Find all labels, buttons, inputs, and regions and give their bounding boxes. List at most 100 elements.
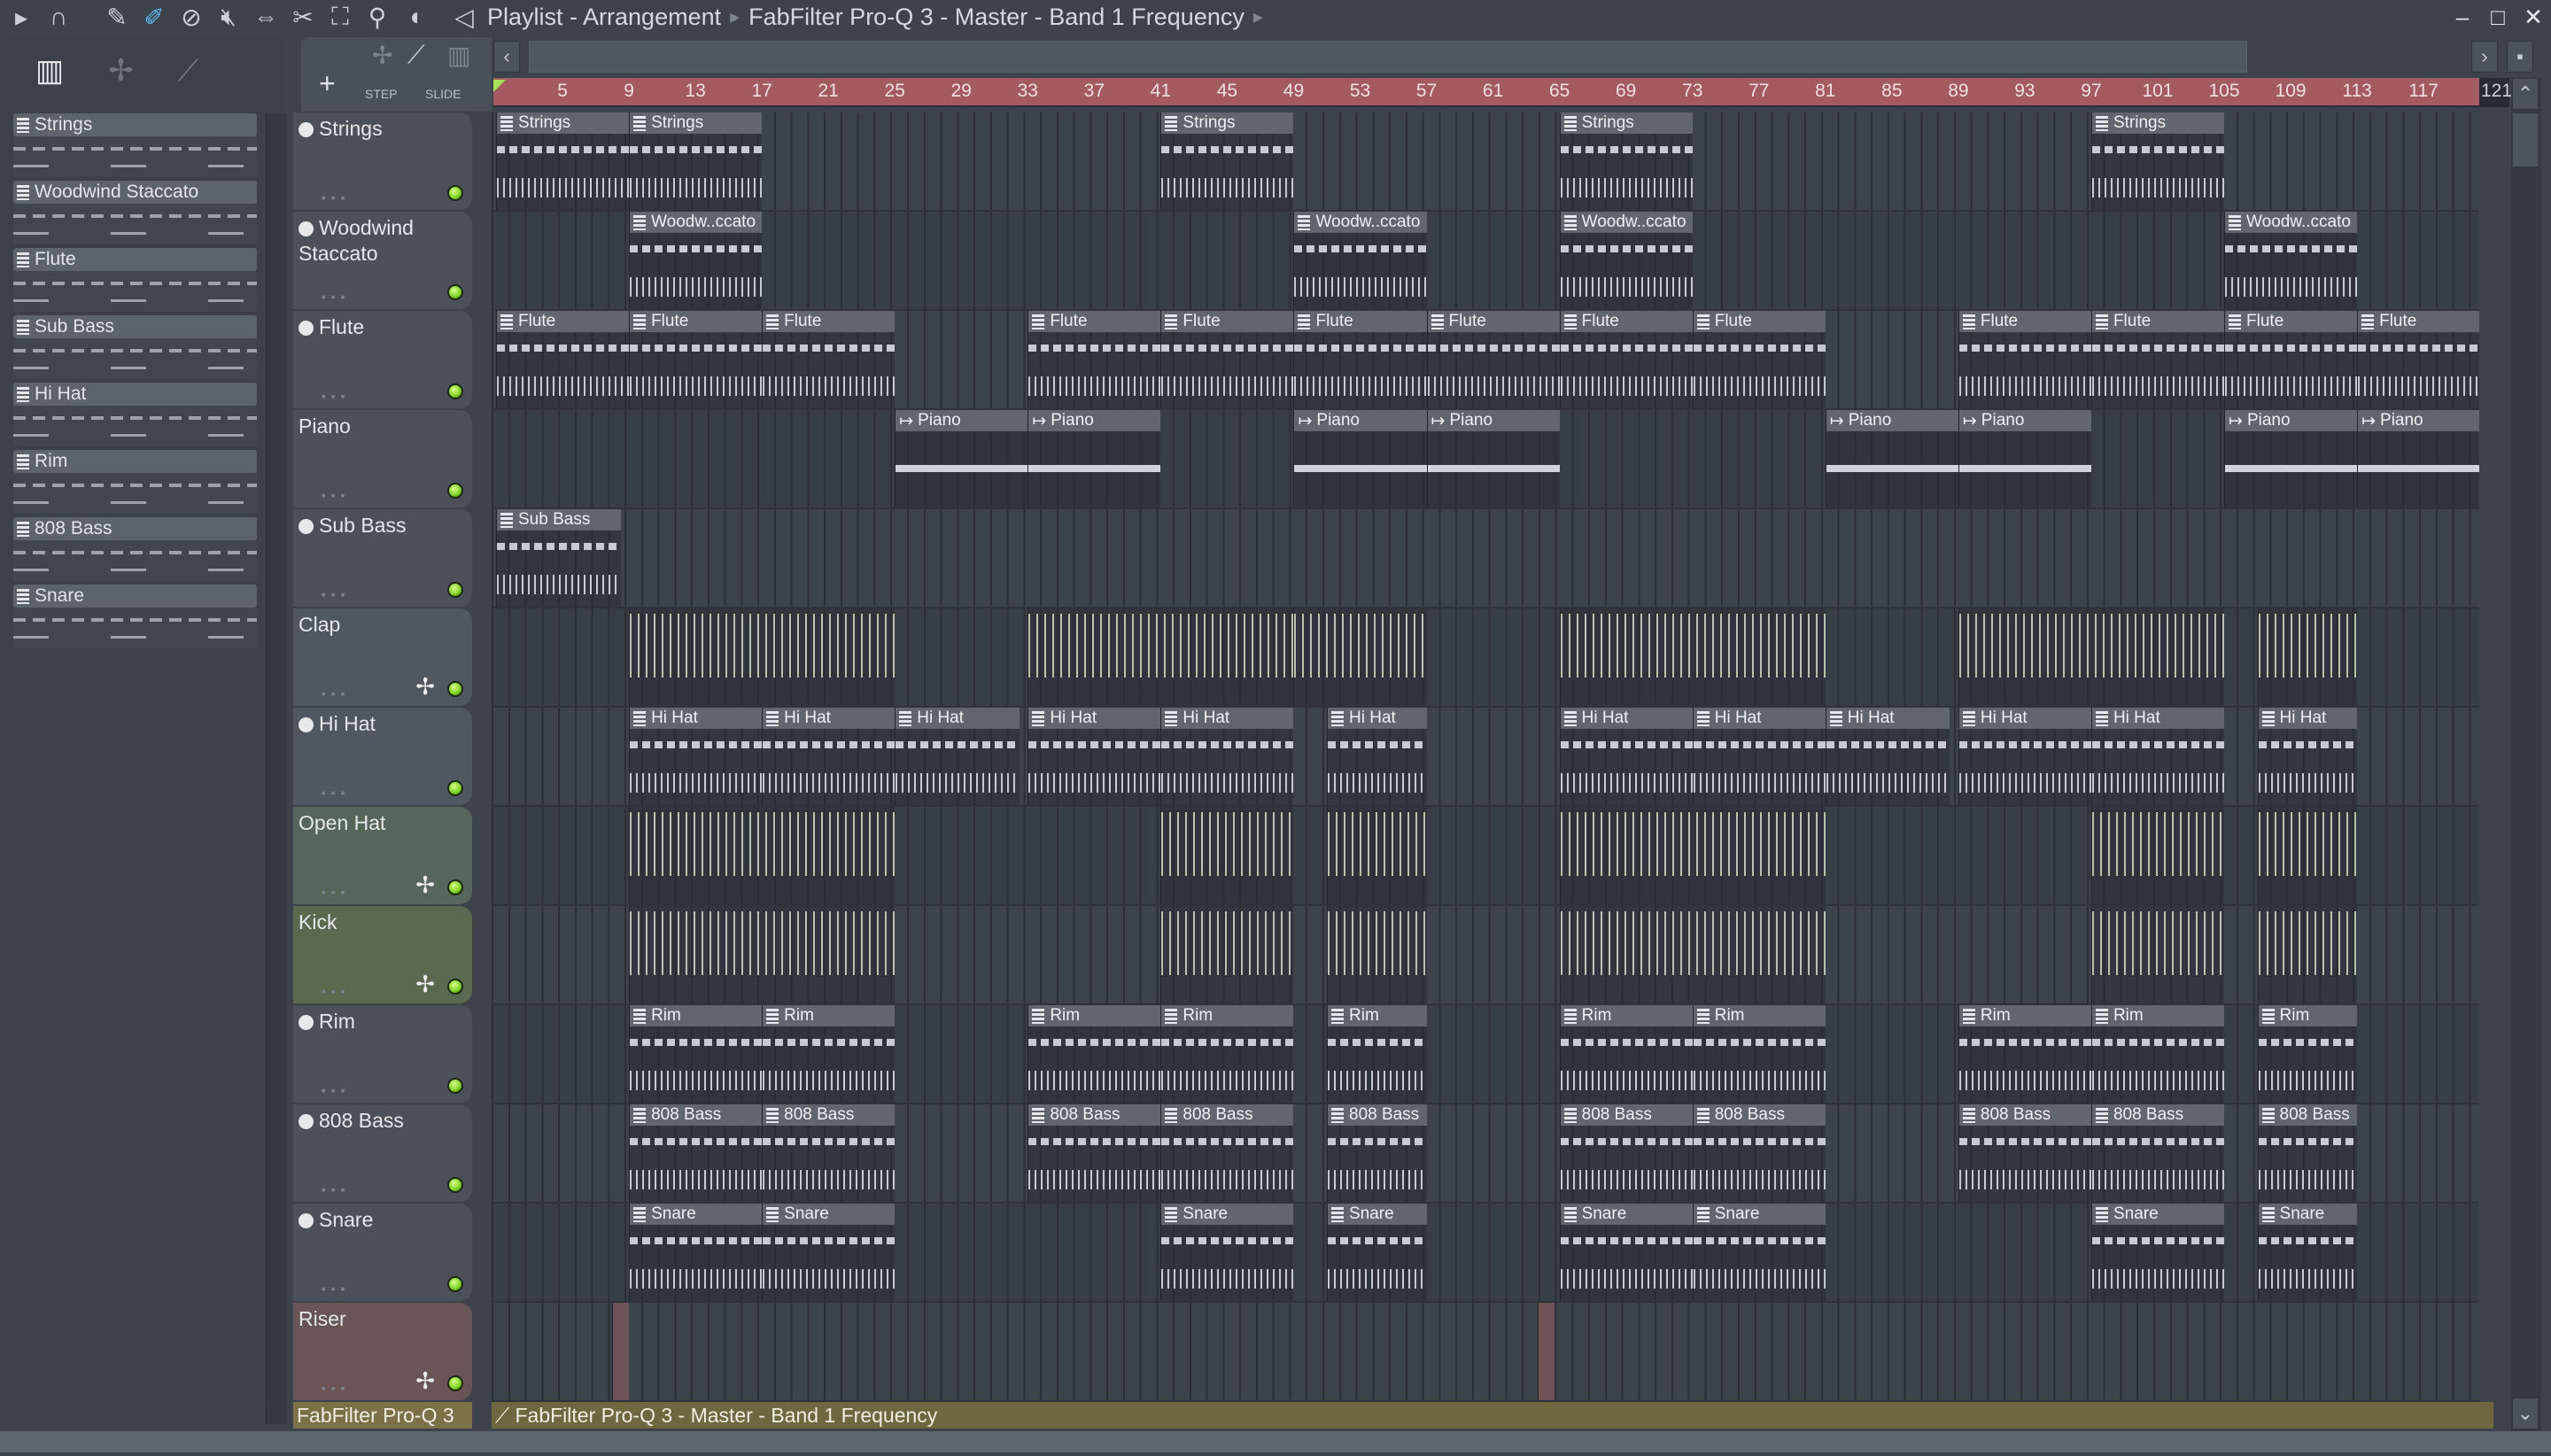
clip-header[interactable]: Hi Hat bbox=[2091, 708, 2225, 729]
track-lane[interactable] bbox=[492, 1303, 2479, 1402]
clip-header[interactable]: Hi Hat bbox=[630, 708, 763, 729]
clip[interactable]: 808 Bass bbox=[762, 1104, 896, 1202]
clip-header[interactable]: Flute bbox=[1958, 311, 2091, 332]
track-lane[interactable]: ↦ Piano ↦ Piano ↦ Piano ↦ Piano ↦ Piano ↦ Piano ↦ Pia… bbox=[492, 410, 2479, 509]
maximize-button[interactable]: □ bbox=[2480, 1, 2516, 33]
clip[interactable]: ↦ Piano bbox=[1958, 410, 2091, 507]
clip[interactable] bbox=[1327, 807, 1427, 904]
track-lane[interactable] bbox=[492, 906, 2479, 1005]
clip[interactable] bbox=[629, 608, 896, 706]
piano-roll-icon[interactable]: ▥ bbox=[35, 53, 64, 89]
clip-header[interactable]: ↦ Piano bbox=[896, 410, 1028, 431]
mute-tool-icon[interactable]: 🔇︎ bbox=[213, 1, 244, 33]
clip[interactable]: Snare bbox=[1559, 1204, 1693, 1301]
track-lane[interactable]: Strings Strings Strings Strings Strings bbox=[492, 112, 2479, 212]
clip-header[interactable]: Rim bbox=[763, 1005, 896, 1026]
clip-header[interactable]: 808 Bass bbox=[1161, 1104, 1294, 1126]
mute-indicator-icon[interactable] bbox=[299, 1213, 314, 1228]
clip-header[interactable]: Hi Hat bbox=[763, 708, 896, 729]
clip[interactable]: Hi Hat bbox=[2257, 708, 2358, 805]
clip-header[interactable]: 808 Bass bbox=[630, 1104, 763, 1126]
audio-clip-icon[interactable]: ✢ bbox=[108, 53, 134, 89]
track-lane[interactable]: Snare Snare Snare Snare Snare Snare Snare Snare bbox=[492, 1204, 2479, 1303]
pattern-header[interactable]: Rim bbox=[13, 450, 257, 473]
clip[interactable]: Snare bbox=[762, 1204, 896, 1301]
clip[interactable]: Hi Hat bbox=[1027, 708, 1161, 805]
scrollbar-thumb[interactable] bbox=[2513, 113, 2538, 167]
clip[interactable]: Flute bbox=[2357, 311, 2479, 408]
track-menu-icon[interactable]: • • • bbox=[322, 1282, 345, 1296]
clip[interactable]: Snare bbox=[629, 1204, 763, 1301]
clip-header[interactable]: 808 Bass bbox=[1693, 1104, 1826, 1126]
clip[interactable]: Flute bbox=[496, 311, 630, 408]
track-header[interactable]: Snare • • • bbox=[293, 1204, 472, 1301]
clip[interactable]: Flute bbox=[1692, 311, 1826, 408]
clip[interactable]: Hi Hat bbox=[895, 708, 1020, 805]
playlist-overview-scrollbar[interactable] bbox=[529, 41, 2247, 73]
clip-header[interactable]: Hi Hat bbox=[1958, 708, 2091, 729]
clip-header[interactable]: Snare bbox=[1693, 1204, 1826, 1225]
mute-indicator-icon[interactable] bbox=[299, 1114, 314, 1129]
clip-header[interactable]: Woodw..ccato bbox=[630, 212, 763, 233]
clip-header[interactable]: Snare bbox=[1560, 1204, 1693, 1225]
track-menu-icon[interactable]: • • • bbox=[322, 1381, 345, 1395]
clip-header[interactable]: Rim bbox=[2091, 1005, 2225, 1026]
clip[interactable]: ↦ Piano bbox=[2224, 410, 2358, 507]
clip[interactable]: Woodw..ccato bbox=[629, 212, 763, 309]
clip[interactable] bbox=[629, 807, 896, 904]
track-enable-led[interactable] bbox=[447, 879, 463, 895]
clip-header[interactable]: ↦ Piano bbox=[1427, 410, 1560, 431]
clip[interactable]: Hi Hat bbox=[762, 708, 896, 805]
clip-header[interactable]: Flute bbox=[1028, 311, 1161, 332]
track-enable-led[interactable] bbox=[447, 483, 463, 499]
clip-header[interactable]: Flute bbox=[1560, 311, 1693, 332]
overview-menu-button[interactable]: ▪ bbox=[2507, 41, 2533, 73]
clip[interactable]: Strings bbox=[2090, 112, 2225, 210]
clip-header[interactable]: ↦ Piano bbox=[2358, 410, 2479, 431]
scroll-up-button[interactable]: ⌃ bbox=[2512, 78, 2539, 110]
clip[interactable]: Sub Bass bbox=[496, 509, 621, 607]
clip[interactable]: Rim bbox=[1559, 1005, 1693, 1103]
track-header[interactable]: Rim • • • bbox=[293, 1005, 472, 1103]
clip-header[interactable]: Hi Hat bbox=[1560, 708, 1693, 729]
clip[interactable]: 808 Bass bbox=[1559, 1104, 1693, 1202]
clip[interactable]: Snare bbox=[1692, 1204, 1826, 1301]
clip[interactable]: Rim bbox=[1327, 1005, 1427, 1103]
clip-header[interactable]: Flute bbox=[2225, 311, 2358, 332]
track-menu-icon[interactable]: • • • bbox=[322, 984, 345, 998]
clip-header[interactable]: Flute bbox=[2091, 311, 2225, 332]
track-enable-led[interactable] bbox=[447, 1177, 463, 1193]
clip-header[interactable]: Rim bbox=[630, 1005, 763, 1026]
clip-header[interactable]: Flute bbox=[2358, 311, 2479, 332]
clip[interactable]: Rim bbox=[1958, 1005, 2091, 1103]
pattern-item[interactable]: Woodwind Staccato bbox=[13, 181, 257, 244]
track-enable-led[interactable] bbox=[447, 1078, 463, 1094]
clip[interactable]: Hi Hat bbox=[1327, 708, 1427, 805]
clip[interactable]: Flute bbox=[2224, 311, 2358, 408]
clip-header[interactable]: Woodw..ccato bbox=[1294, 212, 1427, 233]
pattern-header[interactable]: Woodwind Staccato bbox=[13, 181, 257, 204]
mute-indicator-icon[interactable] bbox=[299, 321, 314, 336]
clip[interactable]: Woodw..ccato bbox=[1293, 212, 1427, 309]
track-menu-icon[interactable]: • • • bbox=[322, 686, 345, 701]
pattern-header[interactable]: 808 Bass bbox=[13, 517, 257, 540]
track-menu-icon[interactable]: • • • bbox=[322, 587, 345, 601]
vertical-scrollbar[interactable]: ⌃ ⌄ bbox=[2511, 78, 2541, 1433]
clip-header[interactable]: Flute bbox=[1427, 311, 1560, 332]
track-menu-icon[interactable]: • • • bbox=[322, 389, 345, 403]
pattern-item[interactable]: Rim bbox=[13, 450, 257, 514]
automation-clip[interactable]: ⟋ FabFilter Pro-Q 3 - Master - Band 1 Fr… bbox=[492, 1402, 2493, 1429]
clip-header[interactable]: Woodw..ccato bbox=[1560, 212, 1693, 233]
clip-header[interactable]: Flute bbox=[1294, 311, 1427, 332]
track-enable-led[interactable] bbox=[447, 185, 463, 201]
track-menu-icon[interactable]: • • • bbox=[322, 290, 345, 304]
clip[interactable]: Woodw..ccato bbox=[2224, 212, 2358, 309]
track-lane[interactable]: 808 Bass 808 Bass 808 Bass 808 Bass 808 Bass… bbox=[492, 1104, 2479, 1204]
pattern-header[interactable]: Hi Hat bbox=[13, 383, 257, 406]
clip[interactable] bbox=[2090, 906, 2225, 1003]
clip[interactable]: Rim bbox=[629, 1005, 763, 1103]
timeline-ruler[interactable]: 1591317212529333741454953576165697377818… bbox=[493, 78, 2479, 107]
pattern-header[interactable]: Flute bbox=[13, 248, 257, 271]
minimize-button[interactable]: – bbox=[2445, 1, 2480, 33]
clip[interactable]: Rim bbox=[1692, 1005, 1826, 1103]
